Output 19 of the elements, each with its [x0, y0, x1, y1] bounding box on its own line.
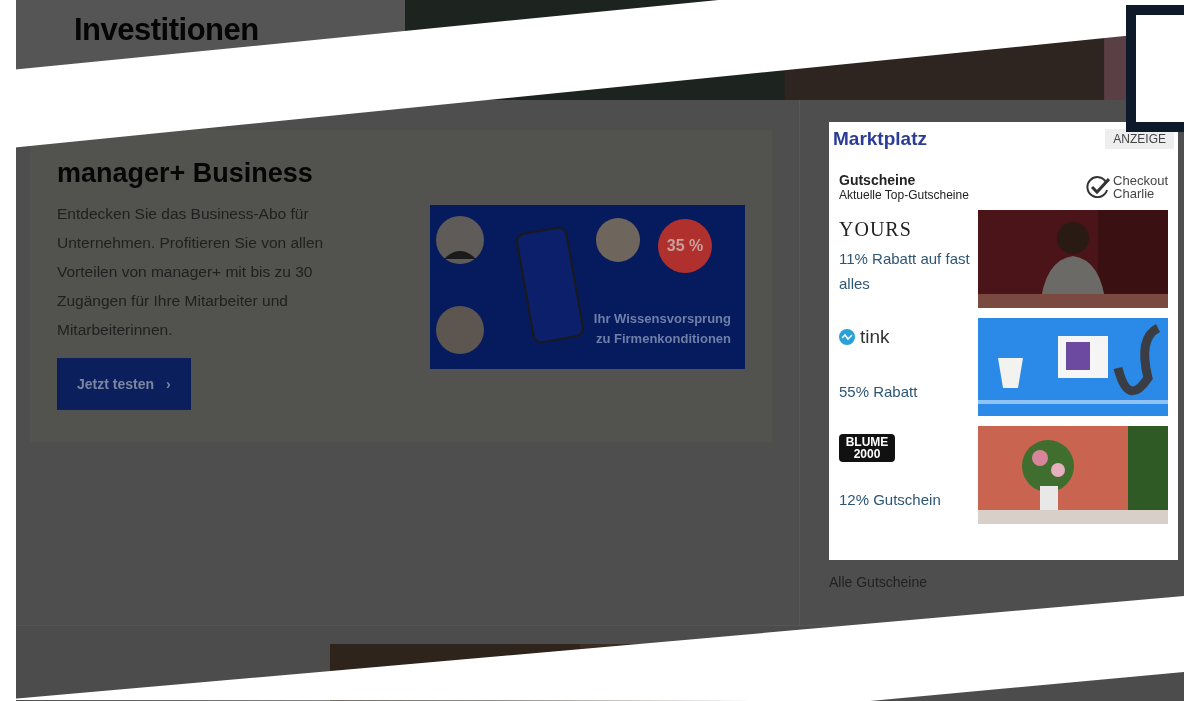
section-subtitle: Aktuelle Top-Gutscheine [839, 188, 969, 202]
teaser-heading: Investitionen [74, 12, 259, 48]
offer-link[interactable]: 11% Rabatt auf fast alles [839, 246, 975, 296]
banner-tagline: zu Firmenkonditionen [595, 330, 731, 348]
discount-badge: 35 % [658, 219, 712, 273]
promo-title: manager+ Business [57, 158, 313, 189]
marketplace-title: Marktplatz [833, 128, 927, 150]
offer-link[interactable]: 55% Rabatt [839, 379, 975, 404]
checkmark-icon [1086, 176, 1111, 198]
banner-tagline: Ihr Wissensvorsprung [593, 310, 731, 328]
brand-logo: YOURS [839, 218, 913, 241]
offer-link[interactable]: 12% Gutschein [839, 487, 975, 512]
brand-logo: BLUME 2000 [839, 434, 895, 462]
section-title: Gutscheine [839, 172, 917, 188]
partner-logo-text: Charlie [1113, 187, 1156, 200]
partner-logo-text: Checkout [1113, 174, 1168, 187]
try-now-button[interactable]: Jetzt testen › [57, 358, 191, 410]
wave-icon [839, 329, 855, 345]
brand-logo: tink [860, 326, 890, 348]
